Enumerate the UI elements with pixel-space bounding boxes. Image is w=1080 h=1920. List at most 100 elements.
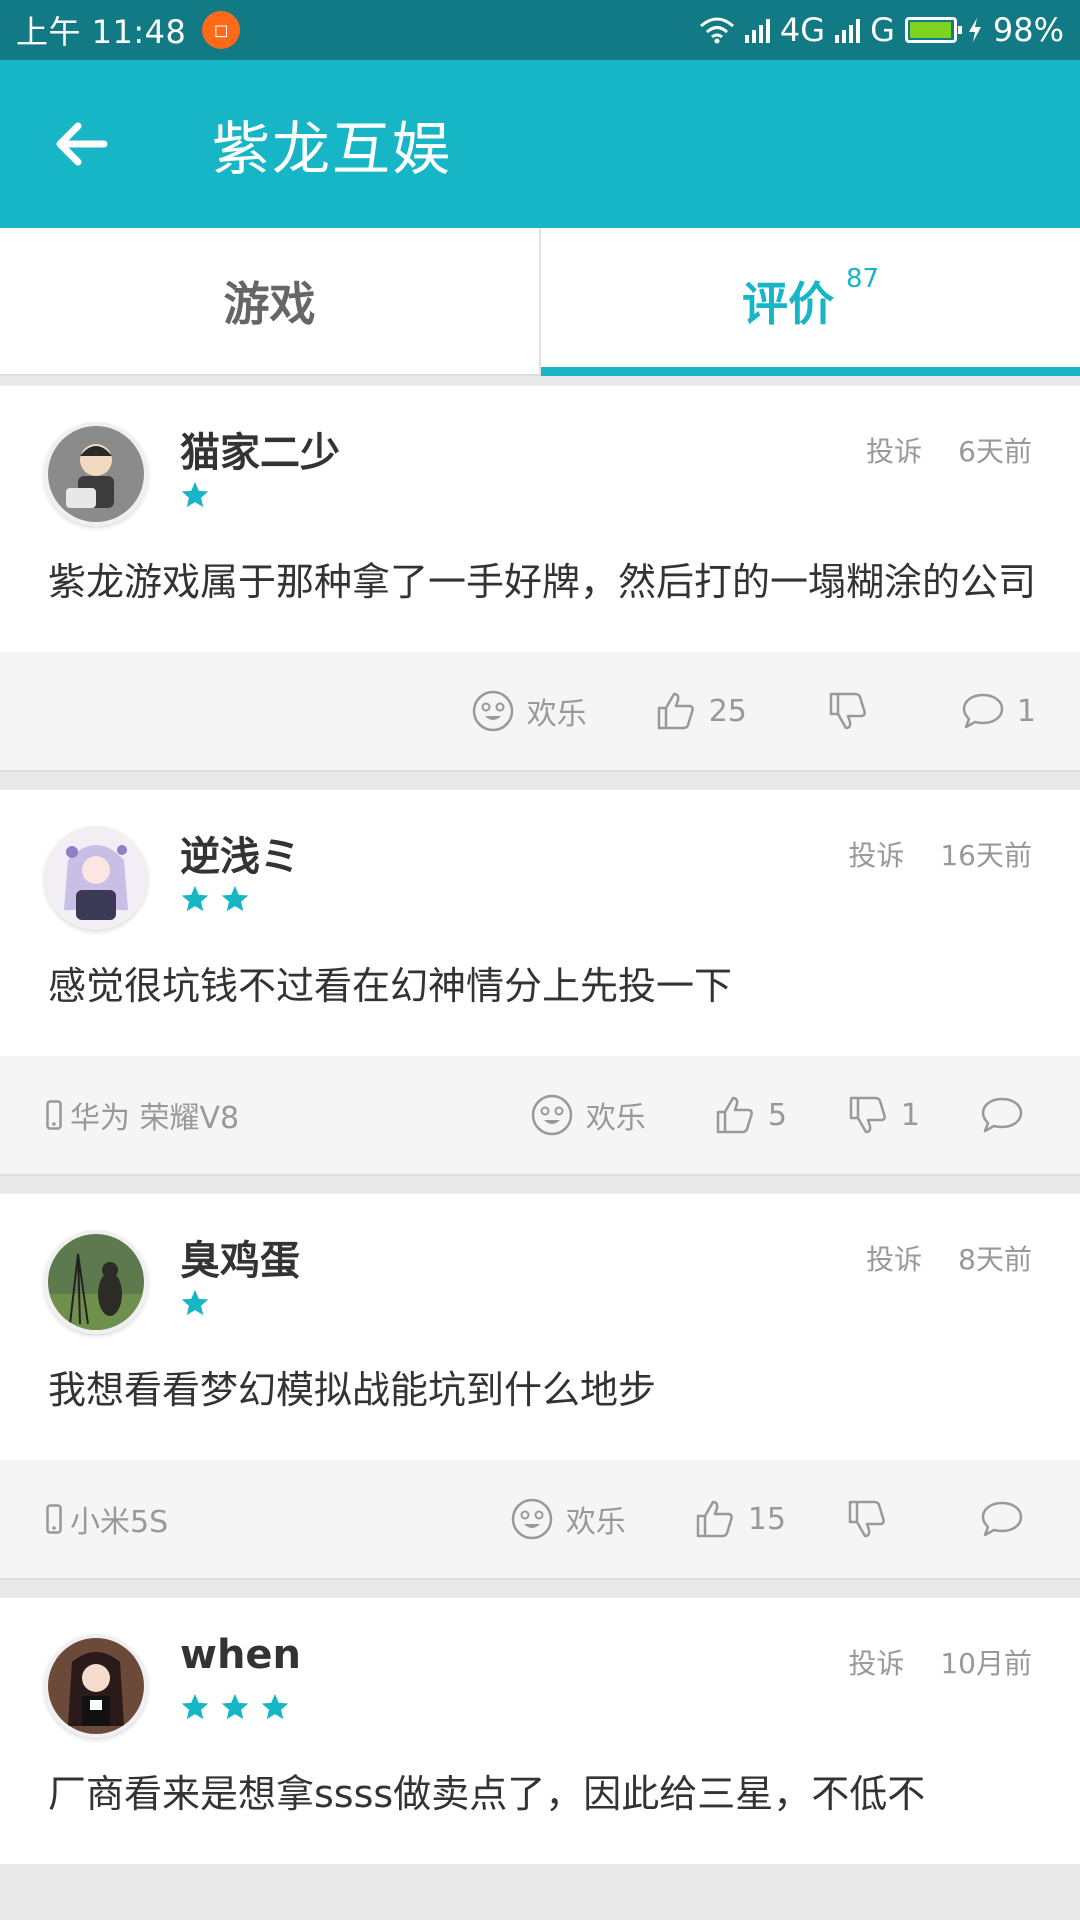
avatar[interactable] — [44, 1230, 148, 1334]
review-meta: 投诉 16天前 — [848, 834, 1032, 874]
review-footer: 欢乐 25 1 — [0, 652, 1080, 772]
like-count: 15 — [747, 1501, 786, 1537]
username[interactable]: 臭鸡蛋 — [180, 1228, 300, 1286]
mood-label: 欢乐 — [526, 697, 587, 732]
device-info: 小米5S — [46, 1497, 168, 1541]
mood-label: 欢乐 — [585, 1101, 646, 1136]
phone-icon — [46, 1504, 62, 1534]
comment-button[interactable] — [980, 1499, 1036, 1539]
network-type-2: G — [870, 11, 895, 49]
thumbs-up-icon — [716, 1096, 753, 1134]
review-actions: 欢乐 5 1 — [530, 1093, 1036, 1137]
network-type: 4G — [779, 11, 826, 49]
status-time: 上午 11:48 — [16, 13, 187, 51]
device-name: 小米5S — [70, 1505, 169, 1540]
smiley-icon — [531, 1094, 573, 1136]
review-list: 猫家二少 投诉 6天前 紫龙游戏属于那种拿了一手好牌，然后打的一塌糊涂的公司 欢… — [0, 386, 1080, 1882]
smiley-icon — [511, 1498, 553, 1540]
rating-stars — [180, 1692, 290, 1722]
star-icon — [181, 1289, 209, 1316]
like-button[interactable]: 25 — [655, 690, 747, 732]
mood-button[interactable]: 欢乐 — [510, 1497, 626, 1541]
app-bar: 紫龙互娱 — [0, 60, 1080, 228]
tab-label: 游戏 — [223, 277, 316, 331]
review-card: when 投诉 10月前 厂商看来是想拿ssss做卖点了，因此给三星，不低不 — [0, 1598, 1080, 1864]
report-link[interactable]: 投诉 — [866, 1238, 922, 1278]
avatar[interactable] — [44, 826, 148, 930]
signal-icon-2 — [835, 17, 861, 43]
review-time: 10月前 — [940, 1647, 1032, 1680]
back-button[interactable] — [0, 60, 166, 228]
review-actions: 欢乐 15 — [510, 1497, 1036, 1541]
like-button[interactable]: 5 — [714, 1094, 787, 1136]
charging-icon — [968, 18, 981, 42]
avatar[interactable] — [44, 1634, 148, 1738]
device-name: 华为 荣耀V8 — [70, 1101, 240, 1136]
device-info: 华为 荣耀V8 — [46, 1093, 239, 1137]
review-footer: 小米5S 欢乐 15 — [0, 1460, 1080, 1580]
phone-icon — [46, 1100, 62, 1130]
avatar[interactable] — [44, 422, 148, 526]
battery-percent: 98% — [992, 11, 1064, 49]
star-icon — [261, 1693, 289, 1720]
review-text: 紫龙游戏属于那种拿了一手好牌，然后打的一塌糊涂的公司 — [48, 560, 1037, 604]
review-meta: 投诉 8天前 — [866, 1238, 1032, 1278]
battery-icon — [904, 17, 962, 43]
thumbs-down-icon — [849, 1096, 886, 1134]
thumbs-down-icon — [848, 1500, 885, 1538]
arrow-left-icon — [56, 122, 108, 166]
thumbs-up-icon — [657, 692, 694, 730]
notification-app-icon: ◻ — [202, 11, 241, 49]
username[interactable]: 猫家二少 — [180, 420, 340, 478]
smiley-icon — [472, 690, 513, 732]
dislike-button[interactable] — [827, 690, 881, 732]
comment-button[interactable] — [980, 1095, 1036, 1135]
mood-button[interactable]: 欢乐 — [530, 1093, 646, 1137]
like-count: 5 — [767, 1097, 787, 1133]
signal-icon — [744, 17, 770, 43]
mood-label: 欢乐 — [565, 1505, 626, 1540]
status-icons: 4G G 98% — [699, 11, 1064, 49]
star-icon — [181, 885, 209, 912]
chat-bubble-icon — [981, 1501, 1023, 1537]
review-time: 8天前 — [958, 1243, 1032, 1276]
rating-stars — [180, 1288, 210, 1318]
like-count: 25 — [708, 693, 747, 729]
page-title: 紫龙互娱 — [212, 115, 453, 183]
tab-games[interactable]: 游戏 — [0, 228, 539, 374]
review-meta: 投诉 10月前 — [848, 1642, 1032, 1682]
status-bar: 上午 11:48 ◻ 4G G 98% — [0, 0, 1080, 60]
comment-count: 1 — [1016, 693, 1036, 729]
star-icon — [221, 885, 249, 912]
chat-bubble-icon — [962, 693, 1004, 729]
mood-button[interactable]: 欢乐 — [471, 689, 587, 733]
like-button[interactable]: 15 — [694, 1498, 786, 1540]
tab-label: 评价 — [741, 277, 834, 331]
star-icon — [181, 481, 209, 508]
review-text: 我想看看梦幻模拟战能坑到什么地步 — [48, 1368, 657, 1412]
review-actions: 欢乐 25 1 — [471, 689, 1036, 733]
review-meta: 投诉 6天前 — [866, 430, 1032, 470]
dislike-count: 1 — [900, 1097, 920, 1133]
dislike-button[interactable]: 1 — [847, 1094, 920, 1136]
username[interactable]: 逆浅ミ — [180, 824, 300, 882]
review-text: 厂商看来是想拿ssss做卖点了，因此给三星，不低不 — [48, 1772, 926, 1816]
report-link[interactable]: 投诉 — [848, 834, 904, 874]
star-icon — [181, 1693, 209, 1720]
wifi-icon — [699, 17, 734, 44]
review-card: 臭鸡蛋 投诉 8天前 我想看看梦幻模拟战能坑到什么地步 小米5S 欢乐 15 — [0, 1194, 1080, 1580]
rating-stars — [180, 884, 250, 914]
comment-button[interactable]: 1 — [961, 691, 1036, 731]
review-time: 6天前 — [958, 435, 1032, 468]
thumbs-down-icon — [829, 692, 866, 730]
review-time: 16天前 — [940, 839, 1032, 872]
username[interactable]: when — [180, 1632, 301, 1678]
review-footer: 华为 荣耀V8 欢乐 5 1 — [0, 1056, 1080, 1176]
review-text: 感觉很坑钱不过看在幻神情分上先投一下 — [48, 964, 733, 1008]
tab-reviews[interactable]: 评价 87 — [539, 228, 1080, 376]
dislike-button[interactable] — [846, 1498, 900, 1540]
tab-bar: 游戏 评价 87 — [0, 228, 1080, 376]
report-link[interactable]: 投诉 — [848, 1642, 904, 1682]
report-link[interactable]: 投诉 — [866, 430, 922, 470]
star-icon — [221, 1693, 249, 1720]
